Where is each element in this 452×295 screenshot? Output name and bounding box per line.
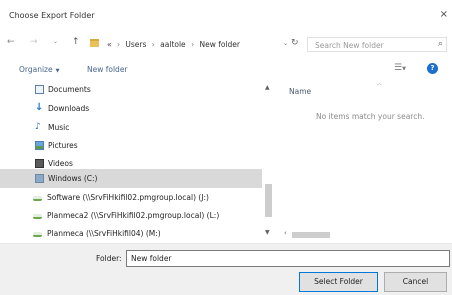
- sidebar-item-label: Videos: [48, 159, 73, 168]
- sidebar-item-software-j[interactable]: Software (\\SrvFiHkifil02.pmgroup.local)…: [0, 188, 262, 207]
- breadcrumb-separator[interactable]: ›: [188, 40, 197, 49]
- sidebar-item-downloads[interactable]: ↓ Downloads: [0, 99, 262, 118]
- address-dropdown-icon[interactable]: ⌄: [283, 40, 288, 47]
- sidebar-item-label: Pictures: [48, 141, 78, 150]
- sidebar-item-label: Software (\\SrvFiHkifil02.pmgroup.local)…: [47, 193, 209, 202]
- sidebar-item-music[interactable]: ♪ Music: [0, 118, 262, 137]
- organize-button[interactable]: Organize ▼: [19, 65, 59, 74]
- sidebar-item-pictures[interactable]: Pictures: [0, 136, 262, 155]
- network-drive-icon: [33, 232, 42, 237]
- file-list: ︿ Name No items match your search.: [278, 80, 452, 230]
- music-icon: ♪: [35, 122, 41, 132]
- column-header-name[interactable]: Name: [289, 87, 311, 96]
- address-bar[interactable]: « › Users › aaltole › New folder ⌄: [88, 36, 288, 53]
- title-bar: Choose Export Folder ×: [0, 0, 452, 30]
- breadcrumb: « › Users › aaltole › New folder: [107, 40, 240, 49]
- scroll-up-icon[interactable]: ▲: [265, 84, 270, 91]
- empty-state-message: No items match your search.: [316, 112, 425, 121]
- recent-locations-chevron-icon[interactable]: ⌄: [53, 38, 58, 45]
- folder-name-field[interactable]: New folder: [126, 250, 450, 267]
- cancel-button[interactable]: Cancel: [384, 272, 447, 292]
- downloads-icon: ↓: [35, 102, 44, 113]
- breadcrumb-separator[interactable]: ›: [149, 40, 158, 49]
- search-icon[interactable]: ⌕: [438, 39, 443, 49]
- navigation-bar: ← → ⌄ ↑ « › Users › aaltole › New folder…: [0, 31, 452, 57]
- scroll-down-icon[interactable]: ▼: [265, 229, 270, 236]
- scroll-left-icon[interactable]: ‹: [284, 229, 287, 237]
- folder-icon: [90, 39, 99, 47]
- file-list-scrollbar[interactable]: ‹: [278, 228, 452, 243]
- breadcrumb-separator[interactable]: ›: [114, 40, 123, 49]
- command-toolbar: Organize ▼ New folder ☰▼ ?: [0, 58, 452, 80]
- new-folder-button[interactable]: New folder: [87, 65, 128, 74]
- folder-name-value: New folder: [131, 254, 172, 263]
- sidebar-item-windows-c[interactable]: Windows (C:): [0, 169, 262, 188]
- sort-ascending-icon: ︿: [377, 81, 383, 87]
- organize-label: Organize: [19, 65, 53, 74]
- sidebar-item-documents[interactable]: Documents: [0, 80, 262, 99]
- window-title: Choose Export Folder: [9, 11, 95, 20]
- sidebar-item-label: Planmeca (\\SrvFiHkifil04) (M:): [47, 229, 161, 238]
- scrollbar-thumb[interactable]: [265, 184, 272, 217]
- sidebar-item-label: Music: [48, 123, 70, 132]
- navigation-pane-scrollbar[interactable]: ▲ ▼: [263, 80, 274, 243]
- network-drive-icon: [33, 196, 42, 201]
- view-options-icon[interactable]: ☰▼: [394, 63, 406, 73]
- sidebar-item-label: Downloads: [48, 104, 90, 113]
- forward-arrow-icon[interactable]: →: [30, 37, 38, 47]
- help-icon[interactable]: ?: [427, 63, 438, 74]
- up-arrow-icon[interactable]: ↑: [72, 37, 80, 47]
- search-placeholder: Search New folder: [315, 41, 384, 50]
- videos-icon: [35, 159, 44, 168]
- folder-label: Folder:: [96, 254, 122, 263]
- breadcrumb-aaltole[interactable]: aaltole: [160, 40, 186, 49]
- sidebar-item-label: Windows (C:): [48, 174, 98, 183]
- close-icon[interactable]: ×: [440, 9, 448, 20]
- pictures-icon: [35, 141, 44, 150]
- scrollbar-thumb[interactable]: [292, 232, 330, 238]
- breadcrumb-users[interactable]: Users: [125, 40, 146, 49]
- breadcrumb-new-folder[interactable]: New folder: [199, 40, 240, 49]
- network-drive-icon: [33, 214, 42, 219]
- back-arrow-icon[interactable]: ←: [7, 37, 15, 47]
- select-folder-button[interactable]: Select Folder: [299, 272, 378, 292]
- sidebar-item-planmeca-m[interactable]: Planmeca (\\SrvFiHkifil04) (M:): [0, 224, 262, 243]
- documents-icon: [35, 85, 44, 94]
- sidebar-item-label: Documents: [48, 85, 91, 94]
- search-input[interactable]: Search New folder ⌕: [307, 37, 447, 52]
- sidebar-item-planmeca2-l[interactable]: Planmeca2 (\\SrvFiHkifil02.pmgroup.local…: [0, 206, 262, 225]
- refresh-icon[interactable]: ↻: [291, 38, 299, 48]
- navigation-pane: Documents ↓ Downloads ♪ Music Pictures V…: [0, 80, 275, 243]
- organize-chevron-icon: ▼: [55, 68, 60, 74]
- breadcrumb-overflow[interactable]: «: [107, 40, 112, 49]
- drive-icon: [35, 174, 44, 183]
- sidebar-item-label: Planmeca2 (\\SrvFiHkifil02.pmgroup.local…: [47, 211, 220, 220]
